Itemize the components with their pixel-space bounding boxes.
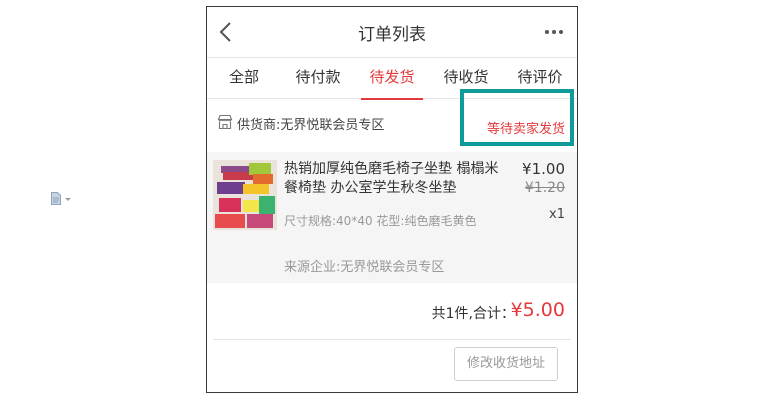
shop-icon [217, 114, 233, 130]
product-name: 热销加厚纯色磨毛椅子坐垫 榻榻米餐椅垫 办公室学生秋冬坐垫 [284, 161, 499, 196]
order-total: 共1件,合计： ¥5.00 [207, 283, 577, 339]
tab-pending-payment[interactable]: 待付款 [281, 58, 355, 98]
document-icon [51, 192, 61, 205]
divider [213, 339, 571, 340]
page-title: 订单列表 [358, 25, 426, 45]
tab-all[interactable]: 全部 [207, 58, 281, 98]
tab-pending-review[interactable]: 待评价 [503, 58, 577, 98]
tab-pending-receipt[interactable]: 待收货 [429, 58, 503, 98]
document-dropdown[interactable] [51, 192, 71, 205]
order-status: 等待卖家发货 [486, 122, 565, 137]
tab-pending-shipment[interactable]: 待发货 [355, 58, 429, 100]
product-spec: 尺寸规格:40*40 花型:纯色磨毛黄色 [284, 214, 477, 228]
product-quantity: x1 [549, 207, 565, 222]
caret-down-icon [65, 197, 71, 201]
navbar: 订单列表 [207, 7, 577, 57]
total-label: 共1件,合计： [431, 306, 515, 322]
product-item[interactable]: 热销加厚纯色磨毛椅子坐垫 榻榻米餐椅垫 办公室学生秋冬坐垫 ¥1.00 ¥1.2… [207, 152, 577, 283]
order-header: 供货商:无界悦联会员专区 等待卖家发货 [207, 100, 577, 152]
phone-screen: 订单列表 全部 待付款 待发货 待收货 待评价 供货商:无界悦联会员专区 等待卖… [206, 6, 578, 393]
edit-address-button[interactable]: 修改收货地址 [454, 347, 558, 381]
more-dots-icon[interactable] [545, 27, 565, 37]
source-enterprise: 来源企业:无界悦联会员专区 [284, 260, 445, 275]
order-tabs: 全部 待付款 待发货 待收货 待评价 [207, 57, 577, 100]
supplier-name[interactable]: 供货商:无界悦联会员专区 [237, 114, 384, 133]
original-price: ¥1.20 [524, 180, 565, 196]
total-amount: ¥5.00 [510, 299, 565, 321]
product-price: ¥1.00 [522, 160, 565, 178]
product-image [213, 160, 277, 230]
